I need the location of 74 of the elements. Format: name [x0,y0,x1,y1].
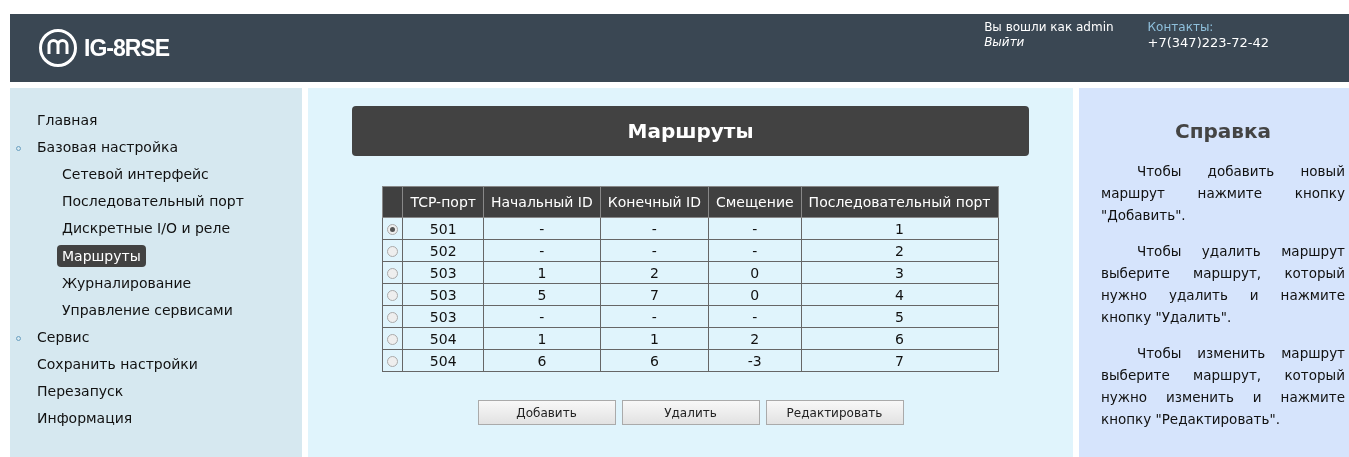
table-cell: 504 [402,349,484,372]
login-text: Вы вошли как admin [984,20,1114,35]
table-cell: 5 [483,283,601,306]
column-header: Смещение [708,186,802,218]
nav-link[interactable]: Управление сервисами [62,300,233,320]
radio-button[interactable] [387,223,399,235]
logo-text: IG-8RSE [84,33,170,63]
table-cell: 3 [801,261,999,284]
table-cell: 2 [801,239,999,262]
nav-link[interactable]: Главная [37,110,98,130]
logout-link[interactable]: Выйти [984,35,1114,50]
nav-link[interactable]: Сетевой интерфейс [62,164,209,184]
table-cell: 504 [402,327,484,350]
column-header: Начальный ID [483,186,601,218]
table-cell: 7 [801,349,999,372]
nav-link[interactable]: Базовая настройка [37,137,179,157]
action-button[interactable]: Удалить [621,400,760,425]
table-cell: 501 [402,217,484,240]
table-cell: - [600,217,709,240]
column-header [382,186,403,218]
nav-link[interactable]: Перезапуск [37,381,124,401]
table-cell: 503 [402,283,484,306]
nav-link[interactable]: Сохранить настройки [37,354,198,374]
nav-link[interactable]: Сервис [37,327,90,347]
help-paragraph: Чтобы изменить маршрут выберите маршрут, который нужно изменить и нажмите кнопку "Редактировать". [1101,344,1345,429]
radio-button[interactable] [387,355,399,367]
contacts-phone: +7(347)223-72-42 [1147,35,1269,50]
table-cell: 503 [402,305,484,328]
help-paragraph: Чтобы удалить маршрут выберите маршрут, который нужно удалить и нажмите кнопку "Удалить". [1101,242,1345,327]
table-cell: 1 [801,217,999,240]
table-cell: 5 [801,305,999,328]
radio-button[interactable] [387,267,399,279]
column-header: Конечный ID [600,186,709,218]
table-cell: 502 [402,239,484,262]
radio-button[interactable] [387,311,399,323]
nav-link[interactable]: Последовательный порт [62,191,244,211]
logo-icon [38,28,78,68]
column-header: TCP-порт [402,186,484,218]
table-cell: 6 [600,349,709,372]
table-cell: 1 [600,327,709,350]
table-cell: - [708,305,802,328]
page-title: Маршруты [352,106,1029,156]
radio-button[interactable] [387,289,399,301]
table-cell: 0 [708,283,802,306]
table-cell: 2 [600,261,709,284]
table-cell: - [600,305,709,328]
table-cell: 503 [402,261,484,284]
help-title: Справка [1173,118,1272,145]
contacts-label: Контакты: [1147,20,1215,35]
table-cell: 6 [483,349,601,372]
table-cell: - [483,239,601,262]
table-cell: - [483,305,601,328]
table-cell: - [600,239,709,262]
table-cell: 1 [483,261,601,284]
nav-link[interactable]: Маршруты [57,245,146,267]
radio-button[interactable] [387,245,399,257]
table-cell: - [708,239,802,262]
table-cell: 7 [600,283,709,306]
nav-link[interactable]: Журналирование [62,273,192,293]
table-cell: - [708,217,802,240]
action-button[interactable]: Добавить [477,400,616,425]
table-cell: - [483,217,601,240]
table-cell: 4 [801,283,999,306]
column-header: Последовательный порт [801,186,999,218]
table-cell: 1 [483,327,601,350]
table-cell: 2 [708,327,802,350]
table-cell: 6 [801,327,999,350]
nav-link[interactable]: Дискретные I/O и реле [62,218,231,238]
radio-button[interactable] [387,333,399,345]
nav-link[interactable]: Информация [37,408,133,428]
help-paragraph: Чтобы добавить новый маршрут нажмите кнопку "Добавить". [1101,162,1345,225]
table-cell: -3 [708,349,802,372]
action-button[interactable]: Редактировать [765,400,904,425]
table-cell: 0 [708,261,802,284]
